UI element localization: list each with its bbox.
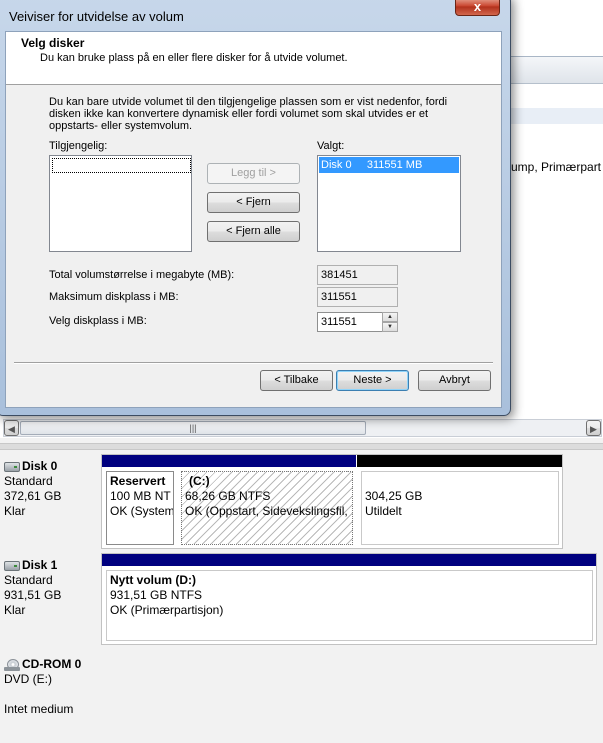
disk-name: Disk 1 xyxy=(22,558,58,572)
disk-type: DVD (E:) xyxy=(4,672,52,686)
partition-status: OK (Oppstart, Sidevekslingsfil, K xyxy=(185,504,353,518)
button-separator xyxy=(14,362,493,364)
partition-status: OK (Primærpartisjon) xyxy=(110,603,224,617)
scroll-right-button[interactable]: ▶ xyxy=(586,420,601,436)
partition-c[interactable]: (C:) 68,26 GB NTFS OK (Oppstart, Sidevek… xyxy=(177,455,356,548)
spin-down-icon[interactable]: ▼ xyxy=(382,322,398,332)
page-subtitle: Du kan bruke plass på en eller flere dis… xyxy=(40,52,348,64)
total-size-field: 381451 xyxy=(317,265,398,285)
page-title: Velg disker xyxy=(21,36,85,50)
space-spinner[interactable]: ▲ ▼ xyxy=(382,312,398,332)
max-space-label: Maksimum diskplass i MB: xyxy=(49,291,179,303)
scroll-left-button[interactable]: ◀ xyxy=(4,420,19,436)
hard-disk-icon xyxy=(4,461,20,472)
cancel-button[interactable]: Avbryt xyxy=(418,370,491,391)
partition-size: 304,25 GB xyxy=(365,489,423,503)
window-title: Veiviser for utvidelse av volum xyxy=(9,9,184,24)
disk-size: 372,61 GB xyxy=(4,489,62,503)
max-space-field: 311551 xyxy=(317,287,398,307)
add-button[interactable]: Legg til > xyxy=(207,163,300,184)
disk-status: Klar xyxy=(4,504,26,518)
remove-all-button[interactable]: < Fjern alle xyxy=(207,221,300,242)
selected-label: Valgt: xyxy=(317,140,345,152)
select-space-label: Velg diskplass i MB: xyxy=(49,315,147,327)
disk-status: Intet medium xyxy=(4,702,74,716)
cd-drive-icon xyxy=(4,658,20,671)
partition-size: 100 MB NT xyxy=(110,489,171,503)
hard-disk-icon xyxy=(4,560,20,571)
remove-button[interactable]: < Fjern xyxy=(207,192,300,213)
partition-size: 931,51 GB NTFS xyxy=(110,588,203,602)
partition-name: (C:) xyxy=(189,474,210,488)
partition-name: Reservert xyxy=(110,474,166,488)
column-header[interactable] xyxy=(508,56,603,84)
close-button[interactable]: x xyxy=(455,0,500,16)
scroll-thumb[interactable]: ||| xyxy=(20,421,366,435)
partition-status: OK (System xyxy=(110,504,174,518)
focus-rectangle xyxy=(52,158,191,173)
scroll-grip: ||| xyxy=(189,423,197,433)
selected-disks-list[interactable]: Disk 0 311551 MB xyxy=(317,155,461,252)
select-space-input[interactable]: 311551 xyxy=(317,312,383,332)
cdrom-0-info[interactable]: CD-ROM 0 DVD (E:) Intet medium xyxy=(4,657,100,717)
disk-name: CD-ROM 0 xyxy=(22,657,82,671)
close-icon: x xyxy=(473,0,482,14)
partition-reserved[interactable]: Reservert 100 MB NT OK (System xyxy=(102,455,177,548)
partition-status: Utildelt xyxy=(365,504,402,518)
extend-volume-wizard: Veiviser for utvidelse av volum x Velg d… xyxy=(0,0,511,416)
disk-0-partitions: Reservert 100 MB NT OK (System (C:) 68,2… xyxy=(101,454,563,549)
volume-row[interactable] xyxy=(508,108,603,124)
volume-row-partial-text: ump, Primærpart xyxy=(511,160,602,174)
selected-disk-item[interactable]: Disk 0 311551 MB xyxy=(319,157,459,173)
back-button[interactable]: < Tilbake xyxy=(260,370,333,391)
disk-name: Disk 0 xyxy=(22,459,58,473)
disk-size: 931,51 GB xyxy=(4,588,62,602)
total-size-label: Total volumstørrelse i megabyte (MB): xyxy=(49,269,235,281)
wizard-client-area: Velg disker Du kan bruke plass på en ell… xyxy=(5,31,502,408)
disk-type: Standard xyxy=(4,573,53,587)
partition-unallocated[interactable]: 304,25 GB Utildelt xyxy=(357,455,562,548)
partition-name xyxy=(365,474,555,489)
intro-text: Du kan bare utvide volumet til den tilgj… xyxy=(49,96,448,132)
partition-d[interactable]: Nytt volum (D:) 931,51 GB NTFS OK (Primæ… xyxy=(102,554,596,644)
partition-name: Nytt volum (D:) xyxy=(110,573,196,587)
disk-1-info[interactable]: Disk 1 Standard 931,51 GB Klar xyxy=(4,558,100,618)
partition-size: 68,26 GB NTFS xyxy=(185,489,271,503)
disk-1-partitions: Nytt volum (D:) 931,51 GB NTFS OK (Primæ… xyxy=(101,553,597,645)
disk-type: Standard xyxy=(4,474,53,488)
horizontal-scrollbar[interactable]: ◀ ||| ▶ xyxy=(3,419,602,437)
next-button[interactable]: Neste > xyxy=(336,370,409,391)
spin-up-icon[interactable]: ▲ xyxy=(382,312,398,322)
available-disks-list[interactable] xyxy=(49,155,192,252)
disk-status: Klar xyxy=(4,603,26,617)
title-bar[interactable]: Veiviser for utvidelse av volum x xyxy=(0,0,510,25)
available-label: Tilgjengelig: xyxy=(49,140,108,152)
wizard-header: Velg disker Du kan bruke plass på en ell… xyxy=(6,32,501,85)
pane-splitter[interactable] xyxy=(0,443,603,450)
disk-0-info[interactable]: Disk 0 Standard 372,61 GB Klar xyxy=(4,459,100,519)
